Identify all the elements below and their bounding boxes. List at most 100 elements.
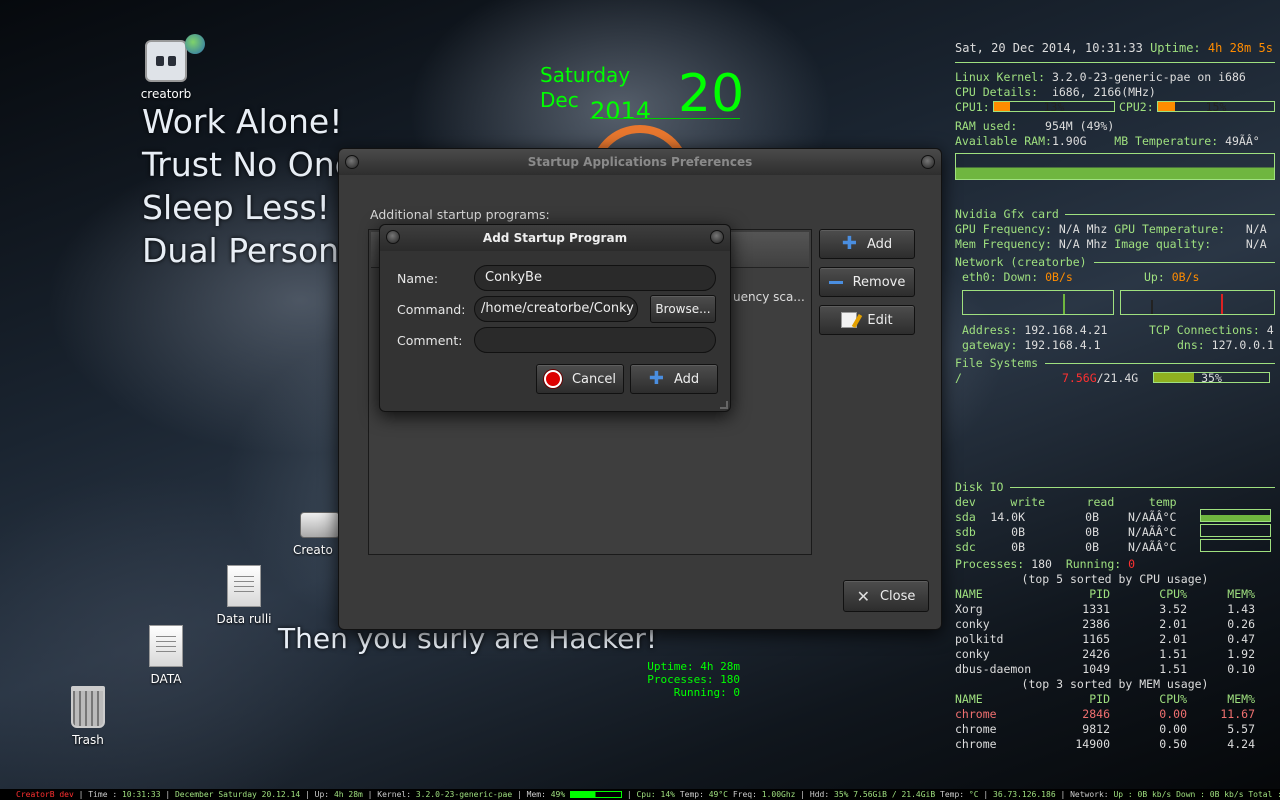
status-hdd-label: Hdd:	[809, 790, 830, 799]
status-temp2-label: Temp:	[940, 790, 965, 799]
proc-name: chrome	[955, 707, 997, 721]
uptime-label: Uptime:	[1150, 41, 1201, 55]
eth0-up-value: 0B/s	[1171, 270, 1200, 284]
proc-pid: 1049	[1082, 662, 1110, 676]
desktop-icon-trash[interactable]: Trash	[43, 686, 133, 747]
edit-button[interactable]: Edit	[819, 305, 915, 335]
list-row-fragment[interactable]: uency sca...	[733, 290, 805, 304]
status-net-down: Down : 0B kb/s	[1176, 790, 1244, 799]
status-date: December Saturday 20.12.14	[174, 790, 301, 799]
proc-name: conky	[955, 617, 990, 631]
status-up: 4h 28m	[333, 790, 363, 799]
status-temp2: °C	[968, 790, 979, 799]
resize-grip-icon[interactable]	[720, 401, 728, 409]
desktop-icon-data[interactable]: DATA	[121, 625, 211, 686]
comment-field[interactable]	[474, 327, 716, 353]
add-button-label: Add	[866, 236, 893, 252]
proc-cpu: 2.01	[1159, 632, 1187, 646]
status-hdd: 35% 7.56GiB / 21.4GiB	[834, 790, 936, 799]
plus-icon: ✚	[648, 368, 664, 389]
proc-col-pid: PID	[1089, 587, 1110, 601]
cpu2-bar: 15%	[1157, 100, 1275, 114]
cpu1-value: 13%	[1043, 100, 1065, 114]
dialog-left-button[interactable]	[386, 230, 400, 244]
edit-button-label: Edit	[867, 312, 893, 328]
startup-programs-label: Additional startup programs:	[370, 207, 550, 222]
desktop-icon-creatorb[interactable]: creatorb	[121, 34, 211, 101]
proc-cpu: 2.01	[1159, 617, 1187, 631]
ram-used-label: RAM used:	[955, 119, 1018, 133]
status-kernel: 3.2.0-23-generic-pae	[415, 790, 513, 799]
gpu-frequency-line: GPU Frequency: N/A Mhz GPU Temperature: …	[955, 222, 1267, 236]
eth0-up-line: Up: 0B/s	[1144, 270, 1199, 284]
proc-pid: 1165	[1082, 632, 1110, 646]
running-value: 0	[1128, 557, 1136, 571]
gpu-frequency-label: GPU Frequency:	[955, 222, 1052, 236]
date-month: Dec	[540, 88, 579, 112]
proc-name: chrome	[955, 722, 997, 736]
add-button[interactable]: ✚ Add	[819, 229, 915, 259]
diskio-title: Disk IO	[955, 480, 1004, 494]
diskio-col-read: read	[1086, 495, 1115, 509]
name-field[interactable]: ConkyBe	[474, 265, 716, 291]
close-button[interactable]: ✕ Close	[843, 580, 929, 612]
proc-name: Xorg	[955, 602, 983, 616]
proc-mem: 1.43	[1227, 602, 1255, 616]
proc-cpu: 1.51	[1159, 662, 1187, 676]
command-field[interactable]: /home/creatorbe/Conky	[474, 296, 638, 322]
upload-graph	[1120, 290, 1275, 315]
proc-mem: 11.67	[1220, 707, 1255, 721]
name-label: Name:	[397, 271, 439, 286]
fs-mount: /	[955, 371, 962, 385]
filesystems-divider	[1045, 363, 1275, 364]
mem-top-title: (top 3 sorted by MEM usage)	[1021, 677, 1209, 691]
network-divider	[1094, 262, 1275, 263]
desktop-icon-label: creatorb	[140, 87, 192, 101]
processes-line: Processes: 180 Running: 0	[955, 557, 1135, 571]
tcp-line: TCP Connections: 4	[1149, 323, 1274, 337]
address-value: 192.168.4.21	[1024, 323, 1108, 337]
proc-col-mem: MEM%	[1227, 587, 1255, 601]
cancel-button[interactable]: Cancel	[536, 364, 624, 394]
nvidia-title: Nvidia Gfx card	[955, 207, 1059, 221]
network-title: Network (creatorbe)	[955, 255, 1087, 269]
browse-button[interactable]: Browse...	[650, 295, 716, 323]
close-x-icon: ✕	[856, 586, 870, 606]
proc-pid: 2846	[1082, 707, 1110, 721]
dns-value: 127.0.0.1	[1211, 338, 1274, 352]
cpu-details-label: CPU Details:	[955, 85, 1039, 99]
dialog-close-button[interactable]	[710, 230, 724, 244]
proc-cpu: 1.51	[1159, 647, 1187, 661]
proc-name: dbus-daemon	[955, 662, 1032, 676]
stop-icon	[543, 370, 562, 388]
diskio-divider	[1010, 487, 1275, 488]
cancel-button-label: Cancel	[571, 371, 617, 387]
proc-col-mem: MEM%	[1227, 692, 1255, 706]
window-titlebar[interactable]: Startup Applications Preferences	[339, 149, 941, 175]
dialog-titlebar[interactable]: Add Startup Program	[380, 225, 730, 251]
desktop-icon-data-rulli[interactable]: Data rulli	[199, 565, 289, 626]
diskio-read: 0B	[1085, 540, 1099, 554]
proc-pid: 1331	[1082, 602, 1110, 616]
ram-used-value: 954M (49%)	[1045, 119, 1115, 133]
proc-mem: 0.47	[1227, 632, 1255, 646]
proc-pid: 2386	[1082, 617, 1110, 631]
desktop-icon-label: Trash	[72, 733, 104, 747]
plus-icon: ✚	[841, 233, 857, 254]
fs-total: /21.4G	[1096, 371, 1139, 385]
window-left-button[interactable]	[345, 155, 359, 169]
remove-button[interactable]: Remove	[819, 267, 915, 297]
status-ip: 36.73.126.186	[993, 790, 1056, 799]
filesystems-title: File Systems	[955, 356, 1039, 370]
dialog-add-button[interactable]: ✚ Add	[630, 364, 718, 394]
window-close-button[interactable]	[921, 155, 935, 169]
dialog-title: Add Startup Program	[482, 231, 628, 245]
sdc-io-graph	[1200, 539, 1271, 552]
gpu-frequency-value: N/A Mhz	[1058, 222, 1108, 236]
diskio-read: 0B	[1085, 525, 1099, 539]
cpu-details-value: i686, 2166(MHz)	[1051, 85, 1156, 99]
eth0-down-value: 0B/s	[1045, 270, 1073, 284]
status-mem: 49%	[550, 790, 566, 799]
mem-frequency-value: N/A Mhz	[1058, 237, 1108, 251]
cpu-details-line: CPU Details: i686, 2166(MHz)	[955, 85, 1156, 99]
